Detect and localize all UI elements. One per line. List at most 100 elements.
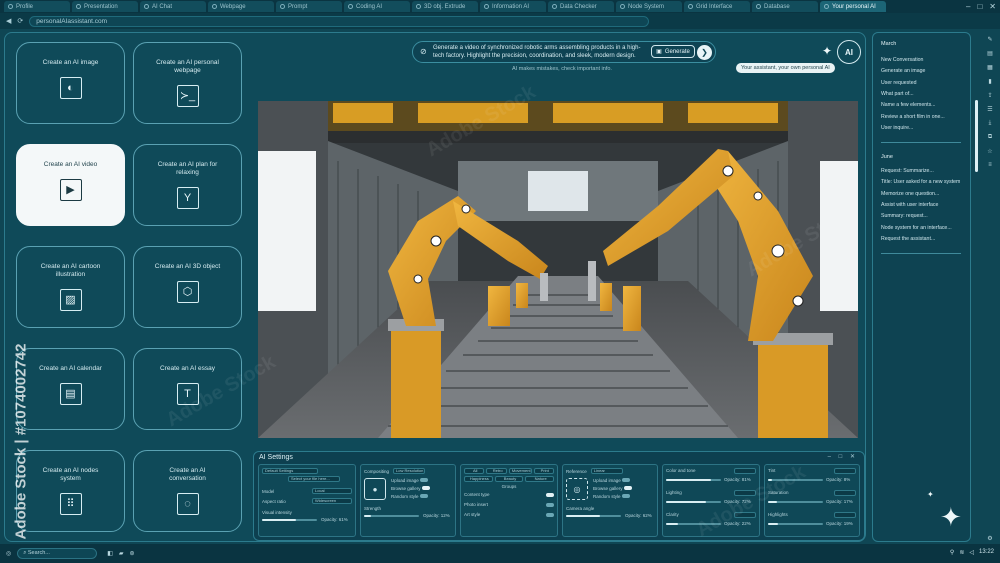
ref-upload-option[interactable]: Upload image (593, 478, 632, 483)
ref-upload-toggle[interactable] (622, 478, 631, 482)
refresh-icon[interactable]: ⟳ (17, 17, 23, 25)
option-toggle[interactable] (546, 492, 554, 497)
window-icon[interactable]: ◧ (107, 550, 113, 557)
tool-card-9[interactable]: Create an AI conversation ◌ (133, 450, 242, 532)
settings-window-controls[interactable]: – □ ✕ (828, 453, 858, 460)
tab-3[interactable]: Webpage (208, 1, 274, 12)
tab-8[interactable]: Data Checker (548, 1, 614, 12)
tab-5[interactable]: Coding AI (344, 1, 410, 12)
history-item[interactable]: Generate an image (881, 68, 925, 74)
adjust-dropdown[interactable] (834, 490, 856, 496)
file-select-field[interactable]: Select your file here... (288, 476, 340, 482)
option-toggle[interactable] (546, 512, 554, 517)
random-style-toggle[interactable] (419, 494, 428, 498)
adjust-slider[interactable] (768, 522, 823, 525)
list-icon[interactable]: ☰ (987, 106, 992, 113)
upload-image-option[interactable]: Upload image (391, 478, 430, 483)
tool-card-5[interactable]: Create an AI 3D object ⬡ (133, 246, 242, 328)
history-item[interactable]: Title: User asked for a new system (881, 179, 960, 185)
tab-1[interactable]: Presentation (72, 1, 138, 12)
tab-0[interactable]: Profile (4, 1, 70, 12)
model-dropdown[interactable]: Local (312, 488, 352, 494)
tool-card-4[interactable]: Create an AI cartoon illustration ▨ (16, 246, 125, 328)
default-settings-dropdown[interactable]: Default Settings (262, 468, 318, 474)
style-tag[interactable]: Beauty (494, 476, 524, 482)
tool-card-2[interactable]: Create an AI video ▶ (16, 144, 125, 226)
history-item[interactable]: Node system for an interface... (881, 225, 952, 231)
style-tag[interactable]: Movement (508, 468, 532, 474)
grid-icon[interactable]: ▦ (987, 64, 993, 71)
history-scrollbar[interactable] (975, 100, 978, 172)
tab-7[interactable]: Information AI (480, 1, 546, 12)
reference-dropdown[interactable]: Linear (590, 468, 623, 474)
browse-gallery-option[interactable]: Browse gallery (391, 486, 430, 491)
bookmark-icon[interactable]: ▮ (988, 78, 991, 85)
upload-image-toggle[interactable] (420, 478, 429, 482)
browse-gallery-toggle[interactable] (421, 486, 430, 490)
style-tag[interactable]: Print (533, 468, 554, 474)
camera-angle-slider[interactable] (566, 514, 621, 517)
download-icon[interactable]: ⤓ (989, 120, 992, 127)
tab-2[interactable]: AI Chat (140, 1, 206, 12)
history-item[interactable]: User requested (881, 80, 916, 86)
adjust-slider[interactable] (768, 500, 823, 503)
tool-card-3[interactable]: Create an AI plan for relaxing Y (133, 144, 242, 226)
history-item[interactable]: Request: Summarize... (881, 168, 934, 174)
url-field[interactable]: personalAIassistant.com (29, 15, 650, 27)
option-row[interactable]: Art style (464, 512, 554, 517)
aspect-ratio-dropdown[interactable]: Widescreen (312, 498, 352, 504)
style-tag[interactable]: Happiness (464, 476, 493, 482)
history-item[interactable]: Memorize one question... (881, 191, 939, 197)
reference-scan-icon[interactable]: ◎ (566, 478, 588, 500)
layers-icon[interactable]: ▤ (987, 50, 993, 57)
menu-icon[interactable]: ≡ (988, 162, 992, 168)
history-item[interactable]: What part of... (881, 91, 914, 97)
close-icon[interactable]: ✕ (989, 2, 996, 11)
style-tag[interactable]: Nature (525, 476, 555, 482)
visual-intensity-slider[interactable] (262, 518, 317, 521)
adjust-slider[interactable] (666, 500, 721, 503)
adjust-dropdown[interactable] (734, 468, 756, 474)
adjust-dropdown[interactable] (834, 512, 856, 518)
history-item[interactable]: Summary: request... (881, 213, 928, 219)
tab-4[interactable]: Prompt (276, 1, 342, 12)
compositing-image-icon[interactable]: ● (364, 478, 386, 500)
settings-gear-icon[interactable]: ⚙ (987, 535, 992, 542)
share-icon[interactable]: ⇪ (987, 92, 992, 99)
tool-card-0[interactable]: Create an AI image ◐ (16, 42, 125, 124)
tab-11[interactable]: Database (752, 1, 818, 12)
ref-random-option[interactable]: Random style (593, 494, 632, 499)
history-item[interactable]: Name a few elements... (881, 102, 936, 108)
maximize-icon[interactable]: □ (977, 2, 982, 11)
generate-button[interactable]: ▣ Generate (651, 45, 695, 58)
user-icon[interactable]: ⚲ (950, 549, 954, 556)
submit-arrow-button[interactable]: ❯ (697, 45, 712, 60)
style-tag[interactable]: All (464, 468, 485, 474)
tab-12[interactable]: Your personal AI (820, 1, 886, 12)
folder-icon[interactable]: ▰ (119, 550, 124, 557)
back-icon[interactable]: ◀ (6, 17, 11, 25)
random-style-option[interactable]: Random style (391, 494, 430, 499)
resolution-dropdown[interactable]: Low Resolution (393, 468, 426, 474)
star-icon[interactable]: ☆ (987, 148, 992, 155)
tool-card-1[interactable]: Create an AI personal webpage ≻_ (133, 42, 242, 124)
history-item[interactable]: New Conversation (881, 57, 923, 63)
adjust-dropdown[interactable] (834, 468, 856, 474)
wifi-icon[interactable]: ≋ (959, 549, 964, 556)
style-tag[interactable]: Retro (486, 468, 507, 474)
option-row[interactable]: Content type (464, 492, 554, 497)
edit-icon[interactable]: ✎ (987, 36, 992, 43)
ref-gallery-toggle[interactable] (623, 486, 632, 490)
start-icon[interactable]: ◎ (6, 550, 11, 557)
copy-icon[interactable]: ⧉ (988, 134, 992, 141)
strength-slider[interactable] (364, 514, 419, 517)
history-item[interactable]: Request the assistant... (881, 236, 935, 242)
tab-9[interactable]: Node System (616, 1, 682, 12)
paperclip-icon[interactable]: ⊘ (420, 48, 427, 56)
ref-gallery-option[interactable]: Browse gallery (593, 486, 632, 491)
option-toggle[interactable] (546, 502, 554, 507)
tab-6[interactable]: 3D obj. Extrude (412, 1, 478, 12)
history-item[interactable]: User inquire... (881, 125, 913, 131)
adjust-slider[interactable] (666, 478, 721, 481)
volume-icon[interactable]: ◁ (969, 549, 974, 556)
